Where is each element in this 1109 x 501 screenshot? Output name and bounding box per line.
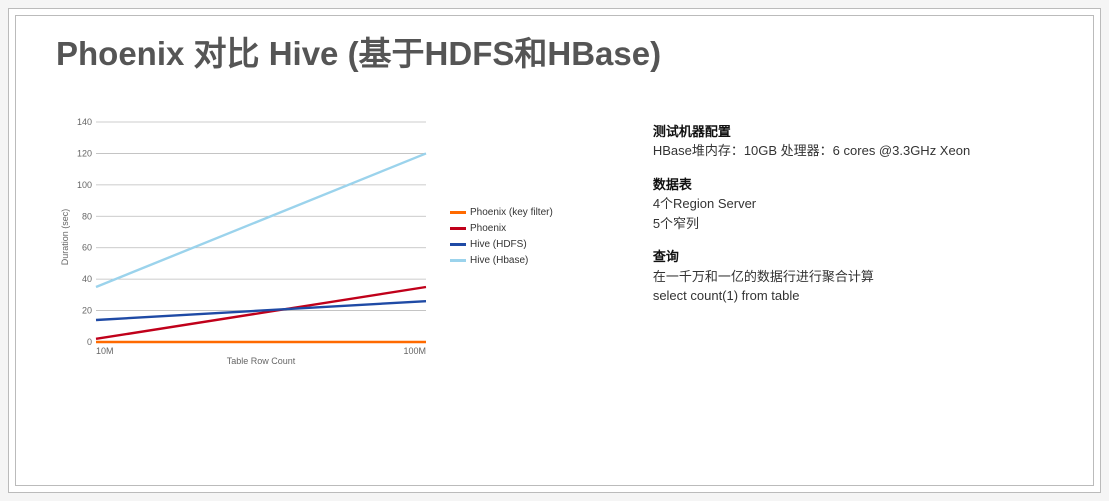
svg-text:0: 0 [87,337,92,347]
svg-text:40: 40 [82,274,92,284]
legend-swatch [450,259,466,262]
side-narrow-cols: 5个窄列 [653,214,970,234]
chart-xtick-100m: 100M [403,346,426,356]
slide-content: Duration (sec) 0 20 40 60 80 100 120 140 10M 10… [56,102,1053,372]
legend-swatch [450,211,466,214]
svg-text:100: 100 [77,179,92,189]
series-line [96,287,426,339]
slide-inner-frame: Phoenix 对比 Hive (基于HDFS和HBase) Duration … [15,15,1094,486]
legend-item: Phoenix [450,221,553,237]
legend-item: Hive (HDFS) [450,237,553,253]
slide-title: Phoenix 对比 Hive (基于HDFS和HBase) [56,34,1053,74]
series-line [96,153,426,287]
slide-outer-frame: Phoenix 对比 Hive (基于HDFS和HBase) Duration … [8,8,1101,493]
legend-item: Hive (Hbase) [450,253,553,269]
side-query-desc: 在一千万和一亿的数据行进行聚合计算 [653,267,970,287]
legend-swatch [450,227,466,230]
legend-label: Phoenix [470,221,506,237]
svg-text:120: 120 [77,148,92,158]
chart-legend: Phoenix (key filter)PhoenixHive (HDFS)Hi… [450,205,553,269]
legend-label: Phoenix (key filter) [470,205,553,221]
chart-x-label: Table Row Count [227,356,296,366]
side-h-machine: 测试机器配置 [653,122,970,142]
svg-text:20: 20 [82,305,92,315]
chart-xtick-10m: 10M [96,346,114,356]
svg-text:80: 80 [82,211,92,221]
legend-label: Hive (Hbase) [470,253,528,269]
svg-text:60: 60 [82,242,92,252]
chart-block: Duration (sec) 0 20 40 60 80 100 120 140 10M 10… [56,102,553,372]
side-query-sql: select count(1) from table [653,286,970,306]
svg-text:140: 140 [77,117,92,127]
legend-item: Phoenix (key filter) [450,205,553,221]
legend-label: Hive (HDFS) [470,237,527,253]
side-h-query: 查询 [653,247,970,267]
side-h-table: 数据表 [653,175,970,195]
line-chart: Duration (sec) 0 20 40 60 80 100 120 140 10M 10… [56,102,436,372]
side-panel: 测试机器配置 HBase堆内存：10GB 处理器：6 cores @3.3GHz… [653,122,970,306]
side-region-server: 4个Region Server [653,194,970,214]
legend-swatch [450,243,466,246]
chart-y-label: Duration (sec) [60,208,70,265]
side-machine-spec: HBase堆内存：10GB 处理器：6 cores @3.3GHz Xeon [653,141,970,161]
